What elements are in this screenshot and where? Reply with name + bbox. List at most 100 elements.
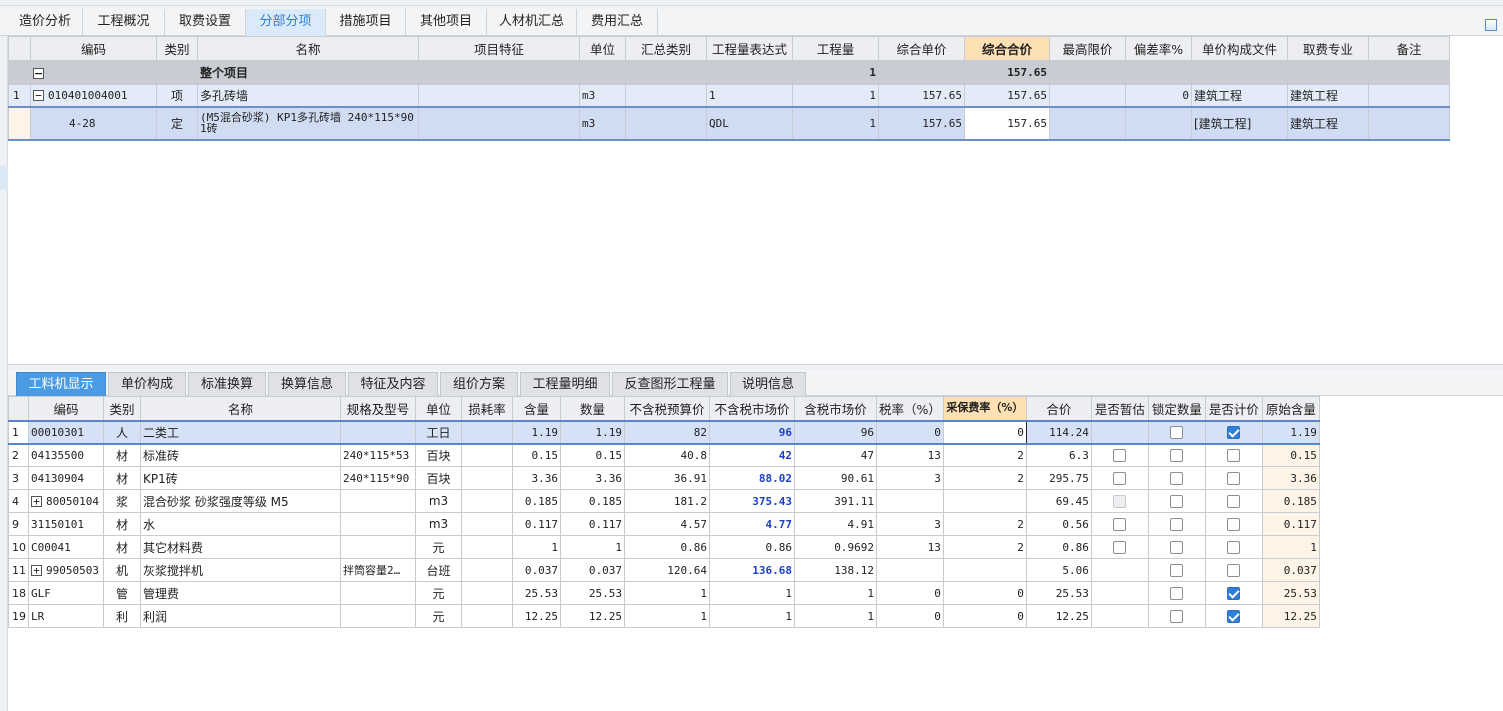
tab-labor-material-display[interactable]: 工料机显示	[16, 372, 106, 396]
cell-procurement-fee[interactable]: 0	[942, 604, 1027, 628]
tab-cost-analysis[interactable]: 造价分析	[8, 9, 83, 36]
cell-code[interactable]: 04130904	[28, 466, 104, 490]
cell-spec[interactable]	[340, 512, 416, 536]
cell-is-estimate[interactable]	[1090, 443, 1149, 467]
table-row[interactable]: 11 +99050503 机灰浆搅拌机 拌筒容量2… 台班 0.037 0.037 120.6…	[8, 558, 1320, 582]
cell-name[interactable]: 混合砂浆 砂浆强度等级 M5	[140, 489, 341, 513]
cell-name[interactable]: 水	[140, 512, 341, 536]
cell-code[interactable]: LR	[28, 604, 104, 628]
cell-content[interactable]: 0.15	[512, 443, 561, 467]
col-amount[interactable]: 数量	[560, 396, 625, 421]
cell-is-priced[interactable]	[1204, 489, 1263, 513]
cell-tax-rate[interactable]	[876, 489, 944, 513]
checkbox[interactable]	[1113, 518, 1127, 531]
col-is-priced[interactable]: 是否计价	[1204, 396, 1263, 421]
cell-content[interactable]: 0.037	[512, 558, 561, 582]
tab-project-overview[interactable]: 工程概况	[83, 9, 165, 36]
cell-tax-rate[interactable]: 0	[876, 419, 944, 445]
item-major[interactable]: 建筑工程	[1287, 84, 1369, 107]
cell-procurement-fee[interactable]	[942, 558, 1027, 582]
item-total[interactable]: 157.65	[964, 84, 1050, 107]
sub-major[interactable]: 建筑工程	[1287, 105, 1369, 141]
cell-total[interactable]: 295.75	[1025, 466, 1092, 490]
table-row[interactable]: 4-28 定 (M5混合砂浆) KP1多孔砖墙 240*115*90 1砖 m3…	[8, 105, 1450, 141]
col-lock-qty[interactable]: 锁定数量	[1147, 396, 1206, 421]
expand-icon[interactable]: +	[31, 496, 42, 507]
cell-code[interactable]: 04135500	[28, 443, 104, 467]
cell-tax-rate[interactable]: 0	[876, 581, 944, 605]
item-expr[interactable]: 1	[706, 84, 793, 107]
cell-orig-content[interactable]: 1	[1261, 535, 1320, 559]
cell-orig-content[interactable]: 0.117	[1261, 512, 1320, 536]
col-remark[interactable]: 备注	[1368, 36, 1450, 61]
checkbox-checked[interactable]	[1227, 426, 1241, 439]
cell-tax-rate[interactable]: 3	[876, 512, 944, 536]
summary-row[interactable]: − 整个项目 1 157.65	[8, 60, 1450, 85]
cell-market-price-tax[interactable]: 4.91	[794, 512, 877, 536]
cell-spec[interactable]: 240*115*90	[340, 466, 416, 490]
cell-type[interactable]: 材	[103, 512, 141, 536]
col-max-price[interactable]: 最高限价	[1049, 36, 1126, 61]
checkbox[interactable]	[1227, 541, 1241, 554]
cell-loss-rate[interactable]	[461, 489, 513, 513]
collapse-icon[interactable]: −	[33, 67, 44, 79]
col-budget-price[interactable]: 不含税预算价	[624, 396, 710, 421]
cell-market-price-tax[interactable]: 138.12	[794, 558, 877, 582]
cell-amount[interactable]: 0.117	[560, 512, 625, 536]
cell-orig-content[interactable]: 3.36	[1261, 466, 1320, 490]
cell-market-price-tax[interactable]: 1	[794, 604, 877, 628]
cell-unit[interactable]: m3	[415, 489, 462, 513]
col-total-price[interactable]: 综合合价	[964, 36, 1050, 61]
col-loss-rate[interactable]: 损耗率	[461, 396, 513, 421]
checkbox[interactable]	[1170, 426, 1184, 439]
tab-conversion-info[interactable]: 换算信息	[268, 372, 346, 396]
tab-quantity-detail[interactable]: 工程量明细	[520, 372, 610, 396]
cell-loss-rate[interactable]	[461, 466, 513, 490]
col-summary-type[interactable]: 汇总类别	[625, 36, 707, 61]
cell-budget-price[interactable]: 1	[624, 581, 710, 605]
item-type[interactable]: 项	[156, 84, 198, 107]
col-content[interactable]: 含量	[512, 396, 561, 421]
col-market-price[interactable]: 不含税市场价	[709, 396, 795, 421]
col-major[interactable]: 取费专业	[1287, 36, 1369, 61]
sub-type[interactable]: 定	[156, 105, 198, 141]
cell-orig-content[interactable]: 0.15	[1261, 443, 1320, 467]
cell-type[interactable]: 材	[103, 466, 141, 490]
cell-code[interactable]: 31150101	[28, 512, 104, 536]
cell-content[interactable]: 3.36	[512, 466, 561, 490]
tab-fee-summary[interactable]: 费用汇总	[577, 9, 658, 36]
cell-name[interactable]: 管理费	[140, 581, 341, 605]
cell-name[interactable]: 利润	[140, 604, 341, 628]
col-unit-price[interactable]: 综合单价	[878, 36, 965, 61]
cell-amount[interactable]: 0.037	[560, 558, 625, 582]
col-orig-content[interactable]: 原始含量	[1261, 396, 1320, 421]
col-total[interactable]: 合价	[1025, 396, 1092, 421]
cell-loss-rate[interactable]	[461, 581, 513, 605]
checkbox-checked[interactable]	[1227, 587, 1241, 600]
cell-type[interactable]: 材	[103, 443, 141, 467]
checkbox[interactable]	[1170, 449, 1184, 463]
table-row[interactable]: 10 C00041 材其它材料费元 1 1 0.86 0.86 0.9692 13 2 0.86 1	[8, 535, 1320, 559]
cell-code[interactable]: +80050104	[28, 489, 104, 513]
cell-is-priced[interactable]	[1204, 604, 1263, 628]
cell-market-price-tax[interactable]: 96	[794, 419, 877, 445]
table-row[interactable]: 1 −010401004001 项 多孔砖墙 m3 1 1 157.65 157…	[8, 84, 1450, 107]
cell-lock-qty[interactable]	[1147, 466, 1206, 490]
cell-type[interactable]: 管	[103, 581, 141, 605]
cell-market-price-tax[interactable]: 1	[794, 581, 877, 605]
cell-total[interactable]: 0.56	[1025, 512, 1092, 536]
checkbox[interactable]	[1227, 564, 1241, 577]
table-row[interactable]: 2 04135500 材标准砖 240*115*53 百块 0.15 0.15 40.8 42 4…	[8, 443, 1320, 467]
cell-unit[interactable]: 百块	[415, 443, 462, 467]
cell-loss-rate[interactable]	[461, 419, 513, 445]
checkbox[interactable]	[1170, 518, 1184, 531]
collapse-icon[interactable]: −	[33, 90, 44, 102]
cell-is-priced[interactable]	[1204, 581, 1263, 605]
tab-unit-price-composition[interactable]: 单价构成	[108, 372, 186, 396]
cell-market-price[interactable]: 136.68	[709, 558, 795, 582]
cell-is-estimate[interactable]	[1090, 489, 1149, 513]
cell-unit[interactable]: m3	[415, 512, 462, 536]
checkbox[interactable]	[1170, 587, 1184, 600]
cell-code[interactable]: GLF	[28, 581, 104, 605]
cell-unit[interactable]: 元	[415, 581, 462, 605]
